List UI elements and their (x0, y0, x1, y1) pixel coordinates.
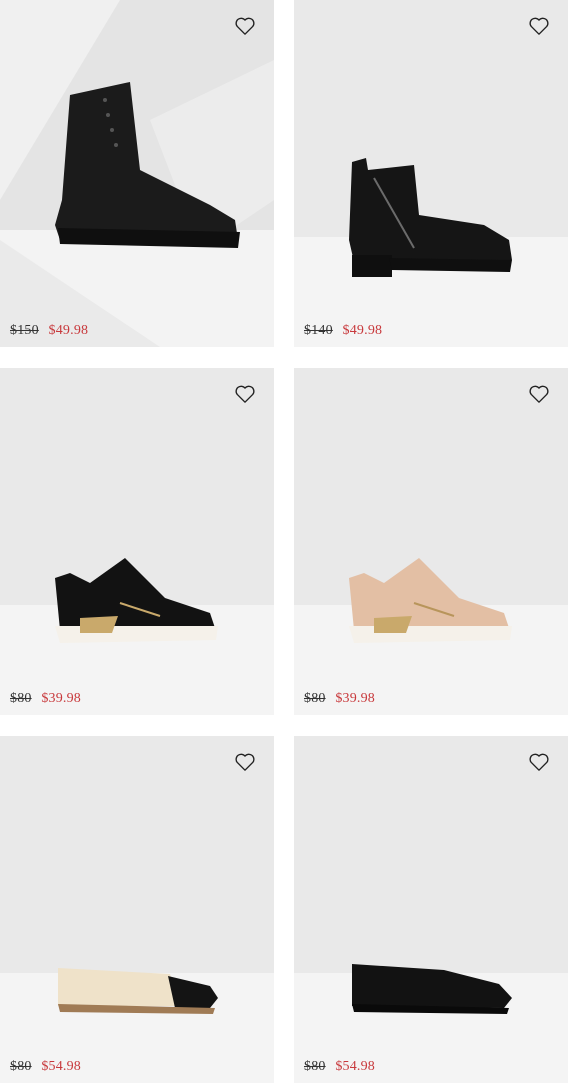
sale-price: $54.98 (41, 1059, 82, 1074)
heart-outline-icon[interactable] (234, 16, 256, 36)
original-price: $80 (10, 691, 32, 706)
heart-outline-icon[interactable] (234, 752, 256, 772)
sale-price: $54.98 (335, 1059, 376, 1074)
heart-outline-icon[interactable] (528, 752, 550, 772)
price-row: $80 $54.98 (10, 1059, 81, 1075)
original-price: $140 (304, 323, 333, 338)
product-image-combat-boot[interactable] (0, 0, 274, 347)
price-row: $150 $49.98 (10, 323, 88, 339)
product-card[interactable]: $150 $49.98 (0, 0, 274, 347)
product-card[interactable]: $80 $54.98 (294, 736, 568, 1083)
heart-outline-icon[interactable] (234, 384, 256, 404)
product-card[interactable]: $80 $39.98 (0, 368, 274, 715)
original-price: $80 (10, 1059, 32, 1074)
product-card[interactable]: $140 $49.98 (294, 0, 568, 347)
product-image-black-loafer[interactable] (294, 736, 568, 1083)
original-price: $80 (304, 691, 326, 706)
price-row: $140 $49.98 (304, 323, 382, 339)
product-image-cap-toe-loafer[interactable] (0, 736, 274, 1083)
price-row: $80 $54.98 (304, 1059, 375, 1075)
product-image-blush-sneaker[interactable] (294, 368, 568, 715)
sale-price: $39.98 (41, 691, 82, 706)
price-row: $80 $39.98 (304, 691, 375, 707)
original-price: $150 (10, 323, 39, 338)
sale-price: $49.98 (48, 323, 89, 338)
product-image-black-sneaker[interactable] (0, 368, 274, 715)
price-row: $80 $39.98 (10, 691, 81, 707)
original-price: $80 (304, 1059, 326, 1074)
product-card[interactable]: $80 $39.98 (294, 368, 568, 715)
product-image-ankle-bootie[interactable] (294, 0, 568, 347)
product-card[interactable]: $80 $54.98 (0, 736, 274, 1083)
heart-outline-icon[interactable] (528, 384, 550, 404)
sale-price: $39.98 (335, 691, 376, 706)
product-grid: $150 $49.98 $140 $49.98 $80 $39.98 $80 $… (0, 0, 568, 1084)
heart-outline-icon[interactable] (528, 16, 550, 36)
sale-price: $49.98 (342, 323, 383, 338)
